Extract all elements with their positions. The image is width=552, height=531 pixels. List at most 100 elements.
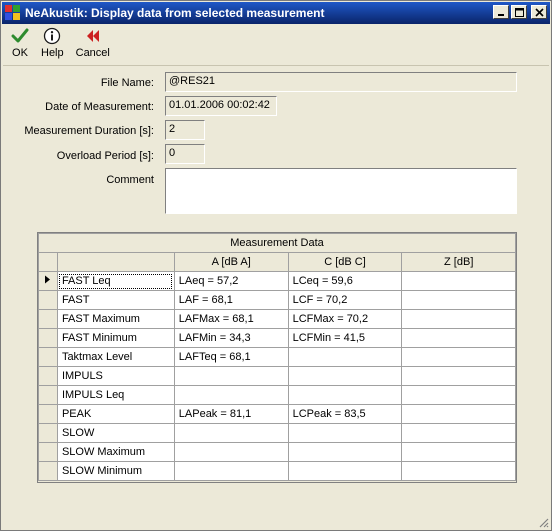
value-cell-c[interactable] <box>287 366 403 386</box>
value-cell-a[interactable]: LAFMin = 34,3 <box>173 328 289 348</box>
value-cell-c[interactable]: LCF = 70,2 <box>287 290 403 310</box>
row-name-cell[interactable]: SLOW Minimum <box>56 461 175 481</box>
table-row[interactable]: FAST Maximum LAFMax = 68,1 LCFMax = 70,2 <box>38 309 516 329</box>
value-cell-z[interactable] <box>401 328 516 348</box>
table-row[interactable]: SLOW Minimum <box>38 461 516 481</box>
row-selector[interactable] <box>38 442 58 462</box>
value-cell-z[interactable] <box>401 442 516 462</box>
row-name-cell[interactable]: FAST <box>56 290 175 310</box>
table-row[interactable]: SLOW Maximum <box>38 442 516 462</box>
row-name-cell[interactable]: IMPULS Leq <box>56 385 175 405</box>
overload-label: Overload Period [s]: <box>56 150 154 162</box>
title-bar[interactable]: NeAkustik: Display data from selected me… <box>2 2 550 24</box>
comment-field[interactable] <box>165 168 517 214</box>
table-row[interactable]: FAST Minimum LAFMin = 34,3 LCFMin = 41,5 <box>38 328 516 348</box>
value-cell-z[interactable] <box>401 271 516 291</box>
table-row[interactable]: FAST LAF = 68,1 LCF = 70,2 <box>38 290 516 310</box>
row-selector[interactable] <box>38 290 58 310</box>
file-name-field[interactable]: @RES21 <box>165 72 517 92</box>
value-cell-a[interactable] <box>173 366 289 386</box>
table-row[interactable]: IMPULS Leq <box>38 385 516 405</box>
row-selector[interactable] <box>38 328 58 348</box>
value-cell-z[interactable] <box>401 347 516 367</box>
dialog-window: NeAkustik: Display data from selected me… <box>0 0 552 531</box>
table-row[interactable]: FAST Leq LAeq = 57,2 LCeq = 59,6 <box>38 271 516 291</box>
column-header-row-selector <box>38 252 58 272</box>
value-cell-z[interactable] <box>401 366 516 386</box>
value-cell-c[interactable] <box>287 347 403 367</box>
table-row[interactable]: PEAK LAPeak = 81,1 LCPeak = 83,5 <box>38 404 516 424</box>
value-cell-z[interactable] <box>401 461 516 481</box>
column-header-c[interactable]: C [dB C] <box>287 252 403 272</box>
toolbar-separator <box>3 65 549 66</box>
date-label: Date of Measurement: <box>45 101 154 113</box>
value-cell-a[interactable] <box>173 442 289 462</box>
close-icon <box>534 7 544 17</box>
toolbar: OK Help Cancel <box>5 26 116 64</box>
value-cell-a[interactable]: LAF = 68,1 <box>173 290 289 310</box>
app-icon <box>5 5 21 21</box>
row-name-cell[interactable]: FAST Minimum <box>56 328 175 348</box>
column-header-name[interactable] <box>56 252 175 272</box>
value-cell-a[interactable]: LAFTeq = 68,1 <box>173 347 289 367</box>
row-selector[interactable] <box>38 404 58 424</box>
value-cell-c[interactable]: LCeq = 59,6 <box>287 271 403 291</box>
minimize-button[interactable] <box>493 5 509 19</box>
value-cell-z[interactable] <box>401 290 516 310</box>
table-row[interactable]: IMPULS <box>38 366 516 386</box>
value-cell-c[interactable] <box>287 461 403 481</box>
overload-field[interactable]: 0 <box>165 144 205 164</box>
window-title: NeAkustik: Display data from selected me… <box>25 6 325 20</box>
value-cell-z[interactable] <box>401 309 516 329</box>
date-field[interactable]: 01.01.2006 00:02:42 <box>165 96 277 116</box>
measurement-grid[interactable]: Measurement Data A [dB A] C [dB C] Z [dB… <box>37 232 517 483</box>
row-selector[interactable] <box>38 347 58 367</box>
help-button[interactable]: Help <box>35 26 70 64</box>
value-cell-c[interactable]: LCFMax = 70,2 <box>287 309 403 329</box>
row-selector[interactable] <box>38 423 58 443</box>
grid-caption: Measurement Data <box>38 233 516 253</box>
value-cell-c[interactable] <box>287 423 403 443</box>
ok-label: OK <box>12 47 28 59</box>
value-cell-c[interactable]: LCFMin = 41,5 <box>287 328 403 348</box>
minimize-icon <box>498 14 504 16</box>
row-name-cell[interactable]: SLOW <box>56 423 175 443</box>
info-icon <box>44 27 61 45</box>
maximize-button[interactable] <box>511 5 527 19</box>
value-cell-z[interactable] <box>401 423 516 443</box>
value-cell-c[interactable] <box>287 385 403 405</box>
value-cell-z[interactable] <box>401 385 516 405</box>
row-selector[interactable] <box>38 309 58 329</box>
value-cell-a[interactable]: LAeq = 57,2 <box>173 271 289 291</box>
row-name-cell[interactable]: PEAK <box>56 404 175 424</box>
comment-label: Comment <box>106 174 154 186</box>
column-header-a[interactable]: A [dB A] <box>173 252 289 272</box>
value-cell-c[interactable]: LCPeak = 83,5 <box>287 404 403 424</box>
checkmark-icon <box>11 28 29 43</box>
row-selector[interactable] <box>38 385 58 405</box>
duration-label: Measurement Duration [s]: <box>24 125 154 137</box>
row-name-cell[interactable]: FAST Leq <box>56 271 175 291</box>
row-selector[interactable] <box>38 366 58 386</box>
resize-grip-icon[interactable] <box>537 516 549 528</box>
value-cell-a[interactable] <box>173 423 289 443</box>
row-name-cell[interactable]: Taktmax Level <box>56 347 175 367</box>
row-selector[interactable] <box>38 271 58 291</box>
duration-field[interactable]: 2 <box>165 120 205 140</box>
value-cell-a[interactable] <box>173 461 289 481</box>
ok-button[interactable]: OK <box>5 26 35 64</box>
value-cell-a[interactable]: LAFMax = 68,1 <box>173 309 289 329</box>
value-cell-z[interactable] <box>401 404 516 424</box>
value-cell-a[interactable] <box>173 385 289 405</box>
close-button[interactable] <box>531 5 547 19</box>
value-cell-c[interactable] <box>287 442 403 462</box>
table-row[interactable]: Taktmax Level LAFTeq = 68,1 <box>38 347 516 367</box>
row-name-cell[interactable]: IMPULS <box>56 366 175 386</box>
column-header-z[interactable]: Z [dB] <box>401 252 516 272</box>
value-cell-a[interactable]: LAPeak = 81,1 <box>173 404 289 424</box>
row-name-cell[interactable]: FAST Maximum <box>56 309 175 329</box>
row-selector[interactable] <box>38 461 58 481</box>
row-name-cell[interactable]: SLOW Maximum <box>56 442 175 462</box>
table-row[interactable]: SLOW <box>38 423 516 443</box>
cancel-button[interactable]: Cancel <box>70 26 116 64</box>
